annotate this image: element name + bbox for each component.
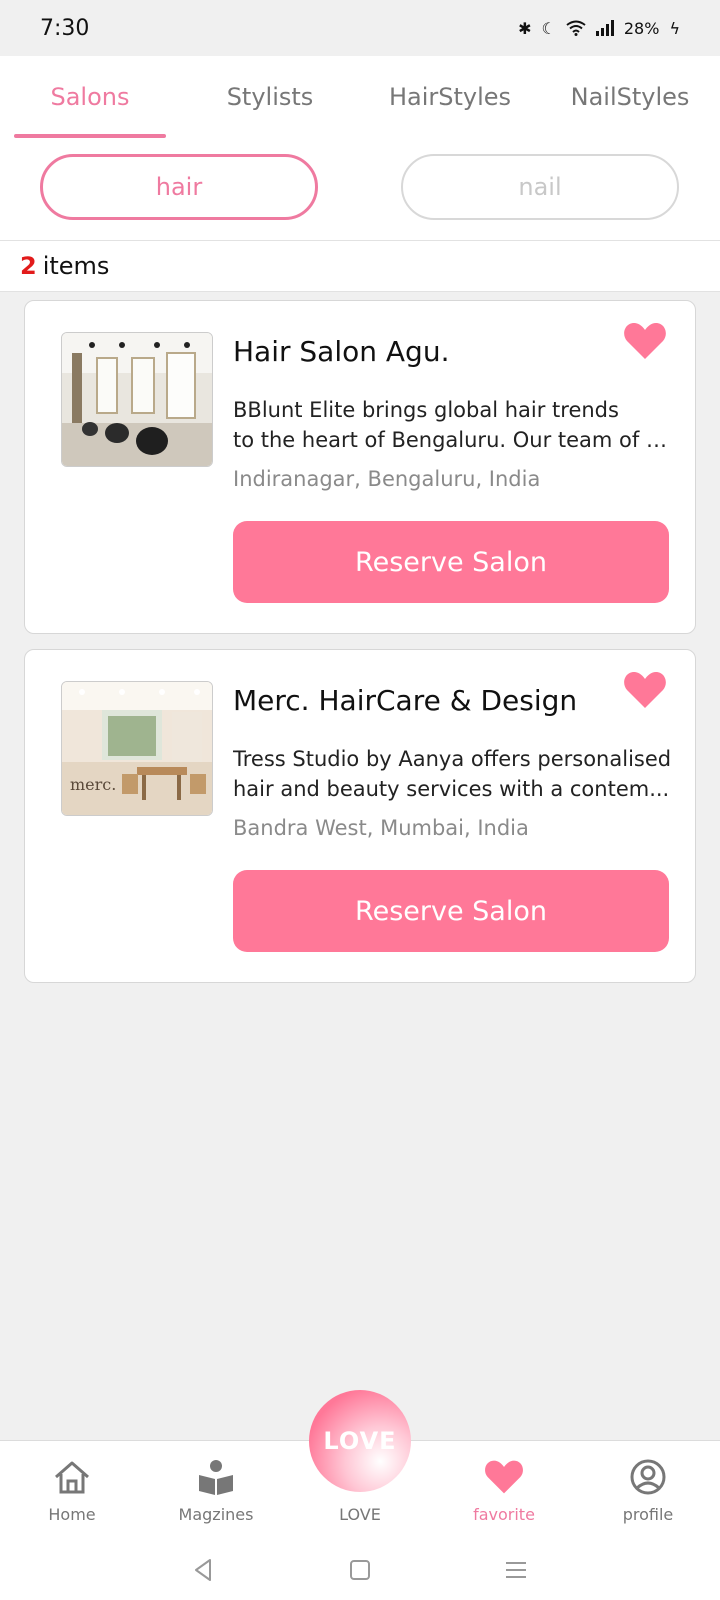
- tab-nailstyles[interactable]: NailStyles: [540, 56, 720, 138]
- salon-description: Tress Studio by Aanya offers personalise…: [233, 747, 672, 801]
- heart-icon: [485, 1460, 523, 1494]
- nav-favorite[interactable]: favorite: [432, 1441, 576, 1540]
- nav-home-label: Home: [48, 1505, 96, 1524]
- bluetooth-icon: ✱: [518, 18, 532, 38]
- results-count-label: items: [42, 252, 110, 280]
- results-count-number: 2: [20, 252, 37, 280]
- profile-icon: [630, 1459, 666, 1495]
- salon-name: Merc. HairCare & Design: [233, 684, 578, 717]
- salon-name: Hair Salon Agu.: [233, 335, 450, 368]
- salon-image: [61, 332, 213, 467]
- salon-logo-text: merc.: [70, 775, 116, 794]
- signal-icon: [595, 20, 614, 36]
- status-bar: 7:30 ✱ ☾ 28% ϟ: [0, 0, 720, 56]
- tab-hairstyles[interactable]: HairStyles: [360, 56, 540, 138]
- system-nav-bar: [0, 1540, 720, 1600]
- status-time: 7:30: [40, 15, 90, 41]
- home-icon: [55, 1461, 89, 1494]
- filter-row: hair nail: [0, 154, 720, 220]
- reserve-salon-button[interactable]: Reserve Salon: [233, 521, 669, 603]
- filter-nail-button[interactable]: nail: [401, 154, 679, 220]
- results-count: 2 items: [0, 240, 720, 292]
- nav-magazines[interactable]: Magzines: [144, 1441, 288, 1540]
- salon-location: Bandra West, Mumbai, India: [233, 816, 529, 840]
- nav-profile[interactable]: profile: [576, 1441, 720, 1540]
- salon-description: BBlunt Elite brings global hair trends t…: [233, 398, 673, 452]
- status-icons: ✱ ☾ 28% ϟ: [518, 19, 680, 38]
- nav-magazines-label: Magzines: [178, 1505, 254, 1524]
- favorite-heart-icon[interactable]: [623, 670, 667, 710]
- battery-level: 28%: [623, 18, 660, 38]
- salon-card[interactable]: merc. Merc. HairCare & Design Tress Stud…: [24, 649, 696, 983]
- salon-card[interactable]: Hair Salon Agu. BBlunt Elite brings glob…: [24, 300, 696, 634]
- nav-love-label: LOVE: [339, 1505, 381, 1524]
- reserve-salon-button[interactable]: Reserve Salon: [233, 870, 669, 952]
- tab-salons[interactable]: Salons: [0, 56, 180, 138]
- salon-image: merc.: [61, 681, 213, 816]
- favorite-heart-icon[interactable]: [623, 321, 667, 361]
- charging-icon: ϟ: [669, 18, 680, 38]
- nav-favorite-label: favorite: [473, 1505, 535, 1524]
- salon-location: Indiranagar, Bengaluru, India: [233, 467, 541, 491]
- menu-icon[interactable]: [503, 1557, 529, 1583]
- tab-stylists[interactable]: Stylists: [180, 56, 360, 138]
- love-fab-button[interactable]: LOVE: [309, 1390, 411, 1492]
- nav-profile-label: profile: [622, 1505, 674, 1524]
- magazine-reader-icon: [199, 1460, 233, 1495]
- dnd-moon-icon: ☾: [541, 18, 556, 38]
- header: Salons Stylists HairStyles NailStyles ha…: [0, 56, 720, 240]
- back-icon[interactable]: [191, 1557, 217, 1583]
- nav-home[interactable]: Home: [0, 1441, 144, 1540]
- filter-hair-button[interactable]: hair: [40, 154, 318, 220]
- home-square-icon[interactable]: [347, 1557, 373, 1583]
- category-tabs: Salons Stylists HairStyles NailStyles: [0, 56, 720, 138]
- wifi-icon: [566, 20, 586, 36]
- active-tab-indicator: [14, 134, 166, 138]
